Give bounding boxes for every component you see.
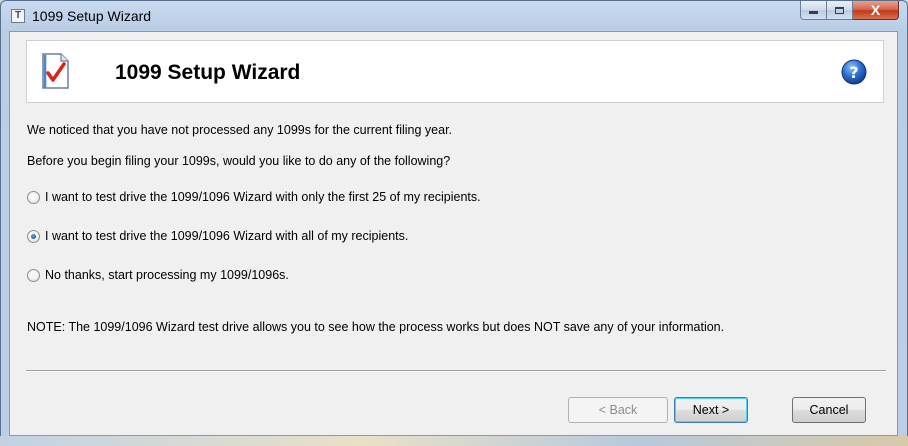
radio-button-selected[interactable] (27, 229, 40, 243)
app-icon: T (11, 9, 25, 23)
desktop-background (0, 436, 908, 446)
help-question-icon[interactable]: ? (841, 59, 867, 85)
maximize-button[interactable] (827, 1, 853, 20)
option-no-thanks[interactable]: No thanks, start processing my 1099/1096… (27, 268, 289, 282)
option-label: I want to test drive the 1099/1096 Wizar… (45, 190, 481, 204)
next-button[interactable]: Next > (674, 397, 748, 423)
window-title: 1099 Setup Wizard (32, 8, 152, 24)
minimize-icon (809, 11, 818, 14)
option-label: I want to test drive the 1099/1096 Wizar… (45, 229, 409, 243)
radio-button[interactable] (27, 268, 40, 282)
note-text: NOTE: The 1099/1096 Wizard test drive al… (27, 320, 725, 334)
option-test-drive-all[interactable]: I want to test drive the 1099/1096 Wizar… (27, 229, 408, 243)
back-button[interactable]: < Back (568, 397, 668, 423)
window-controls: X (800, 1, 899, 20)
svg-text:?: ? (849, 63, 858, 82)
maximize-icon (835, 6, 844, 14)
title-bar[interactable]: T 1099 Setup Wizard X (1, 1, 907, 31)
question-text: Before you begin filing your 1099s, woul… (27, 154, 451, 168)
close-icon: X (870, 2, 881, 18)
cancel-button[interactable]: Cancel (792, 397, 866, 423)
footer-separator (26, 370, 886, 372)
wizard-window: T 1099 Setup Wizard X 1099 Setup Wizard (0, 0, 908, 446)
dialog-client-area: 1099 Setup Wizard ? We noticed that you … (9, 31, 898, 436)
wizard-header-panel: 1099 Setup Wizard ? (26, 40, 884, 103)
close-button[interactable]: X (853, 1, 899, 20)
wizard-title: 1099 Setup Wizard (115, 61, 301, 84)
option-label: No thanks, start processing my 1099/1096… (45, 268, 289, 282)
option-test-drive-first-25[interactable]: I want to test drive the 1099/1096 Wizar… (27, 190, 481, 204)
minimize-button[interactable] (800, 1, 827, 20)
notice-text: We noticed that you have not processed a… (27, 123, 453, 137)
document-checkmark-icon (42, 53, 69, 89)
radio-button[interactable] (27, 190, 40, 204)
